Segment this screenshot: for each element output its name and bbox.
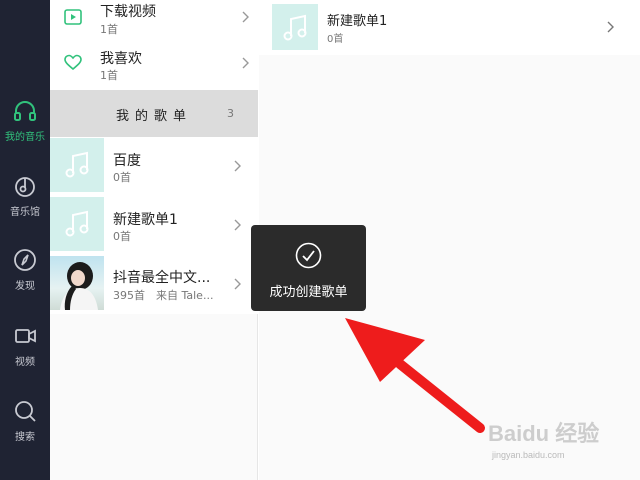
nav-item-my-music[interactable]: 我的音乐: [0, 98, 50, 143]
red-arrow-annotation: [345, 318, 485, 433]
headphones-icon: [14, 101, 36, 121]
detail-title: 新建歌单1: [327, 14, 388, 29]
watermark-logo: Baidu 经验: [488, 421, 600, 446]
music-note-icon: [65, 210, 89, 237]
nav-label-my-music: 我的音乐: [5, 132, 45, 143]
list-item-count: 1首: [100, 69, 118, 82]
success-toast: 成功创建歌单: [251, 225, 366, 311]
detail-cover: [272, 4, 318, 50]
toast-message: 成功创建歌单: [269, 285, 348, 300]
nav-label-search: 搜索: [15, 432, 35, 443]
chevron-right-icon: [241, 11, 251, 23]
music-note-circle-icon: [15, 177, 35, 197]
search-icon: [15, 401, 36, 422]
list-item-title: 下载视频: [100, 4, 156, 20]
playlist-item-douyin[interactable]: 抖音最全中文... 395首 来自 Tale...: [50, 255, 258, 313]
nav-label-discover: 发现: [15, 281, 35, 292]
detail-header-row[interactable]: 新建歌单1 0首: [259, 0, 640, 55]
playlist-item-new-1[interactable]: 新建歌单1 0首: [50, 196, 258, 254]
list-item-title: 我喜欢: [100, 51, 142, 67]
list-item-downloaded-videos[interactable]: 下载视频 1首: [50, 0, 258, 44]
playlist-cover: [50, 197, 104, 251]
list-item-favorites[interactable]: 我喜欢 1首: [50, 44, 258, 90]
playlist-title: 抖音最全中文...: [113, 270, 211, 286]
playlist-panel: 下载视频 1首 我喜欢 1首 我的歌单 3 百度 0首 新建歌单1 0首 抖音最…: [50, 0, 258, 480]
chevron-right-icon: [233, 219, 243, 231]
play-video-icon: [64, 9, 82, 25]
list-item-count: 1首: [100, 23, 118, 36]
baidu-jingyan-watermark: Baidu 经验 jingyan.baidu.com: [488, 410, 618, 466]
playlist-count: 395首 来自 Tale...: [113, 289, 214, 302]
video-camera-icon: [15, 329, 36, 343]
section-count: 3: [227, 107, 234, 120]
compass-icon: [14, 249, 36, 271]
checkmark-circle-icon: [295, 242, 322, 269]
watermark-url: jingyan.baidu.com: [492, 450, 565, 460]
playlist-cover: [50, 138, 104, 192]
nav-item-discover[interactable]: 发现: [0, 247, 50, 292]
playlist-title: 百度: [113, 153, 141, 169]
person-photo-icon: [60, 262, 98, 310]
playlist-cover-photo: [50, 256, 104, 310]
nav-item-search[interactable]: 搜索: [0, 398, 50, 443]
heart-icon: [64, 54, 82, 71]
playlist-count: 0首: [113, 171, 131, 184]
playlist-count: 0首: [113, 230, 131, 243]
chevron-right-icon: [233, 278, 243, 290]
detail-count: 0首: [327, 34, 344, 45]
left-nav: 我的音乐 音乐馆 发现 视频 搜索: [0, 0, 50, 480]
nav-label-music-hall: 音乐馆: [10, 207, 40, 218]
nav-item-video[interactable]: 视频: [0, 323, 50, 368]
playlist-title: 新建歌单1: [113, 212, 178, 228]
playlist-item-baidu[interactable]: 百度 0首: [50, 137, 258, 195]
chevron-right-icon: [233, 160, 243, 172]
music-note-icon: [65, 151, 89, 178]
chevron-right-icon: [241, 57, 251, 69]
my-playlists-header[interactable]: 我的歌单 3: [50, 90, 258, 137]
nav-label-video: 视频: [15, 357, 35, 368]
nav-item-music-hall[interactable]: 音乐馆: [0, 173, 50, 218]
music-note-icon: [283, 14, 307, 41]
chevron-right-icon: [606, 21, 616, 33]
